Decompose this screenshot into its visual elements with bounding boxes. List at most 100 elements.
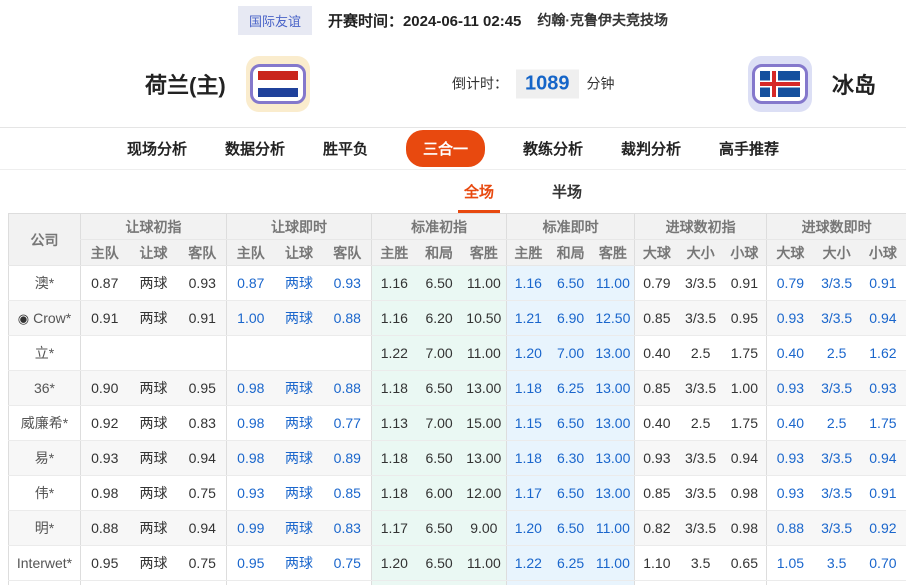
odds-cell[interactable]: 0.93 — [323, 265, 372, 301]
odds-cell[interactable]: 0.77 — [323, 405, 372, 441]
odds-cell[interactable]: 13.00 — [591, 440, 635, 476]
odds-cell[interactable]: 13.00 — [591, 475, 635, 511]
nav-tab-2[interactable]: 数据分析 — [225, 138, 285, 159]
odds-cell[interactable]: 0.98 — [226, 440, 275, 476]
odds-cell[interactable]: 3/3.5 — [813, 265, 860, 301]
odds-cell[interactable]: 0.40 — [766, 335, 814, 371]
odds-cell[interactable]: 1.15 — [506, 405, 550, 441]
odds-cell[interactable]: 7.00 — [549, 335, 592, 371]
odds-cell[interactable]: 1.00 — [226, 300, 275, 336]
odds-cell[interactable]: 11.00 — [591, 545, 635, 581]
odds-cell[interactable]: 两球 — [274, 440, 324, 476]
odds-cell[interactable]: 两球 — [274, 265, 324, 301]
company-cell[interactable]: Interwet* — [8, 545, 81, 581]
nav-tab-4[interactable]: 三合一 — [405, 130, 485, 167]
odds-cell[interactable]: 两球 — [274, 370, 324, 406]
odds-cell[interactable]: 1.75 — [859, 405, 906, 441]
odds-cell[interactable]: 0.83 — [323, 510, 372, 546]
odds-cell[interactable]: 0.93 — [859, 370, 906, 406]
company-cell[interactable]: 36* — [8, 370, 81, 406]
league-badge[interactable]: 国际友谊 — [237, 5, 312, 35]
odds-cell[interactable]: 0.94 — [859, 440, 906, 476]
odds-cell[interactable]: 1.20 — [506, 335, 550, 371]
odds-cell[interactable]: 3/3.5 — [813, 475, 860, 511]
odds-cell[interactable]: 0.93 — [766, 370, 814, 406]
odds-cell[interactable]: 0.98 — [226, 405, 275, 441]
odds-cell[interactable] — [226, 335, 275, 371]
odds-cell[interactable]: 6.25 — [549, 370, 592, 406]
odds-cell[interactable]: 6.50 — [549, 510, 592, 546]
odds-cell[interactable]: 2.5 — [813, 335, 860, 371]
odds-cell[interactable]: 3/3.5 — [813, 440, 860, 476]
company-cell[interactable]: 伟* — [8, 475, 81, 511]
odds-cell[interactable]: 3/3.5 — [813, 510, 860, 546]
odds-cell[interactable]: 1.18 — [506, 370, 550, 406]
odds-cell[interactable]: 0.93 — [226, 475, 275, 511]
odds-cell[interactable] — [323, 335, 372, 371]
odds-cell[interactable]: 0.85 — [323, 475, 372, 511]
nav-tab-7[interactable]: 高手推荐 — [719, 138, 779, 159]
odds-cell[interactable]: 3.5 — [813, 545, 860, 581]
company-cell[interactable]: 易* — [8, 440, 81, 476]
odds-cell[interactable]: 0.88 — [323, 300, 372, 336]
subtab-2[interactable]: 半场 — [549, 170, 585, 213]
odds-cell[interactable]: 1.16 — [506, 265, 550, 301]
subtab-1[interactable]: 全场 — [457, 170, 501, 213]
odds-cell[interactable]: 0.88 — [766, 510, 814, 546]
odds-cell[interactable]: 0.88 — [323, 370, 372, 406]
odds-cell[interactable]: 0.93 — [766, 440, 814, 476]
odds-cell[interactable]: 两球 — [274, 510, 324, 546]
odds-cell[interactable]: 0.91 — [859, 265, 906, 301]
odds-cell[interactable]: 0.92 — [859, 510, 906, 546]
odds-cell[interactable]: 6.50 — [549, 475, 592, 511]
odds-cell[interactable]: 0.98 — [226, 370, 275, 406]
odds-cell[interactable]: 两球 — [274, 475, 324, 511]
odds-cell[interactable]: 1.62 — [859, 335, 906, 371]
odds-cell[interactable]: 12.50 — [591, 300, 635, 336]
company-cell[interactable]: 澳* — [8, 265, 81, 301]
odds-cell[interactable]: 两球 — [274, 300, 324, 336]
odds-cell[interactable]: 1.18 — [506, 440, 550, 476]
odds-cell[interactable]: 11.00 — [591, 265, 635, 301]
odds-cell[interactable]: 1.05 — [766, 545, 814, 581]
odds-cell[interactable]: 6.50 — [549, 405, 592, 441]
odds-cell[interactable]: 11.00 — [591, 510, 635, 546]
odds-cell[interactable]: 0.79 — [766, 265, 814, 301]
company-cell[interactable]: 威廉希* — [8, 405, 81, 441]
odds-cell[interactable]: 0.95 — [226, 545, 275, 581]
odds-cell[interactable]: 13.00 — [591, 405, 635, 441]
odds-cell[interactable]: 0.70 — [859, 545, 906, 581]
odds-cell[interactable]: 1.21 — [506, 300, 550, 336]
odds-cell[interactable]: 2.5 — [813, 405, 860, 441]
odds-cell[interactable]: 0.91 — [859, 475, 906, 511]
odds-cell[interactable] — [274, 335, 324, 371]
nav-tab-5[interactable]: 教练分析 — [523, 138, 583, 159]
odds-cell[interactable]: 0.87 — [226, 265, 275, 301]
odds-cell[interactable]: 6.30 — [549, 440, 592, 476]
odds-cell[interactable]: 两球 — [274, 545, 324, 581]
odds-cell[interactable]: 0.89 — [323, 440, 372, 476]
odds-cell[interactable]: 0.99 — [226, 510, 275, 546]
odds-cell[interactable]: 0.94 — [859, 300, 906, 336]
odds-cell[interactable]: 6.50 — [549, 265, 592, 301]
odds-cell[interactable]: 1.20 — [506, 510, 550, 546]
odds-cell[interactable]: 1.17 — [506, 475, 550, 511]
odds-cell[interactable]: 0.75 — [323, 545, 372, 581]
odds-cell[interactable]: 3/3.5 — [813, 300, 860, 336]
odds-cell[interactable]: 0.40 — [766, 405, 814, 441]
nav-tab-3[interactable]: 胜平负 — [323, 138, 368, 159]
odds-cell[interactable]: 13.00 — [591, 370, 635, 406]
odds-cell[interactable]: 0.93 — [766, 300, 814, 336]
company-cell[interactable]: 明* — [8, 510, 81, 546]
odds-cell[interactable]: 1.22 — [506, 545, 550, 581]
odds-cell[interactable]: 两球 — [274, 405, 324, 441]
odds-cell[interactable]: 3/3.5 — [813, 370, 860, 406]
company-cell[interactable]: 立* — [8, 335, 81, 371]
odds-cell[interactable]: 6.90 — [549, 300, 592, 336]
company-cell[interactable]: ◉ Crow* — [8, 300, 81, 336]
nav-tab-6[interactable]: 裁判分析 — [621, 138, 681, 159]
odds-cell[interactable]: 13.00 — [591, 335, 635, 371]
odds-cell[interactable]: 6.25 — [549, 545, 592, 581]
odds-cell[interactable]: 0.93 — [766, 475, 814, 511]
nav-tab-1[interactable]: 现场分析 — [127, 138, 187, 159]
